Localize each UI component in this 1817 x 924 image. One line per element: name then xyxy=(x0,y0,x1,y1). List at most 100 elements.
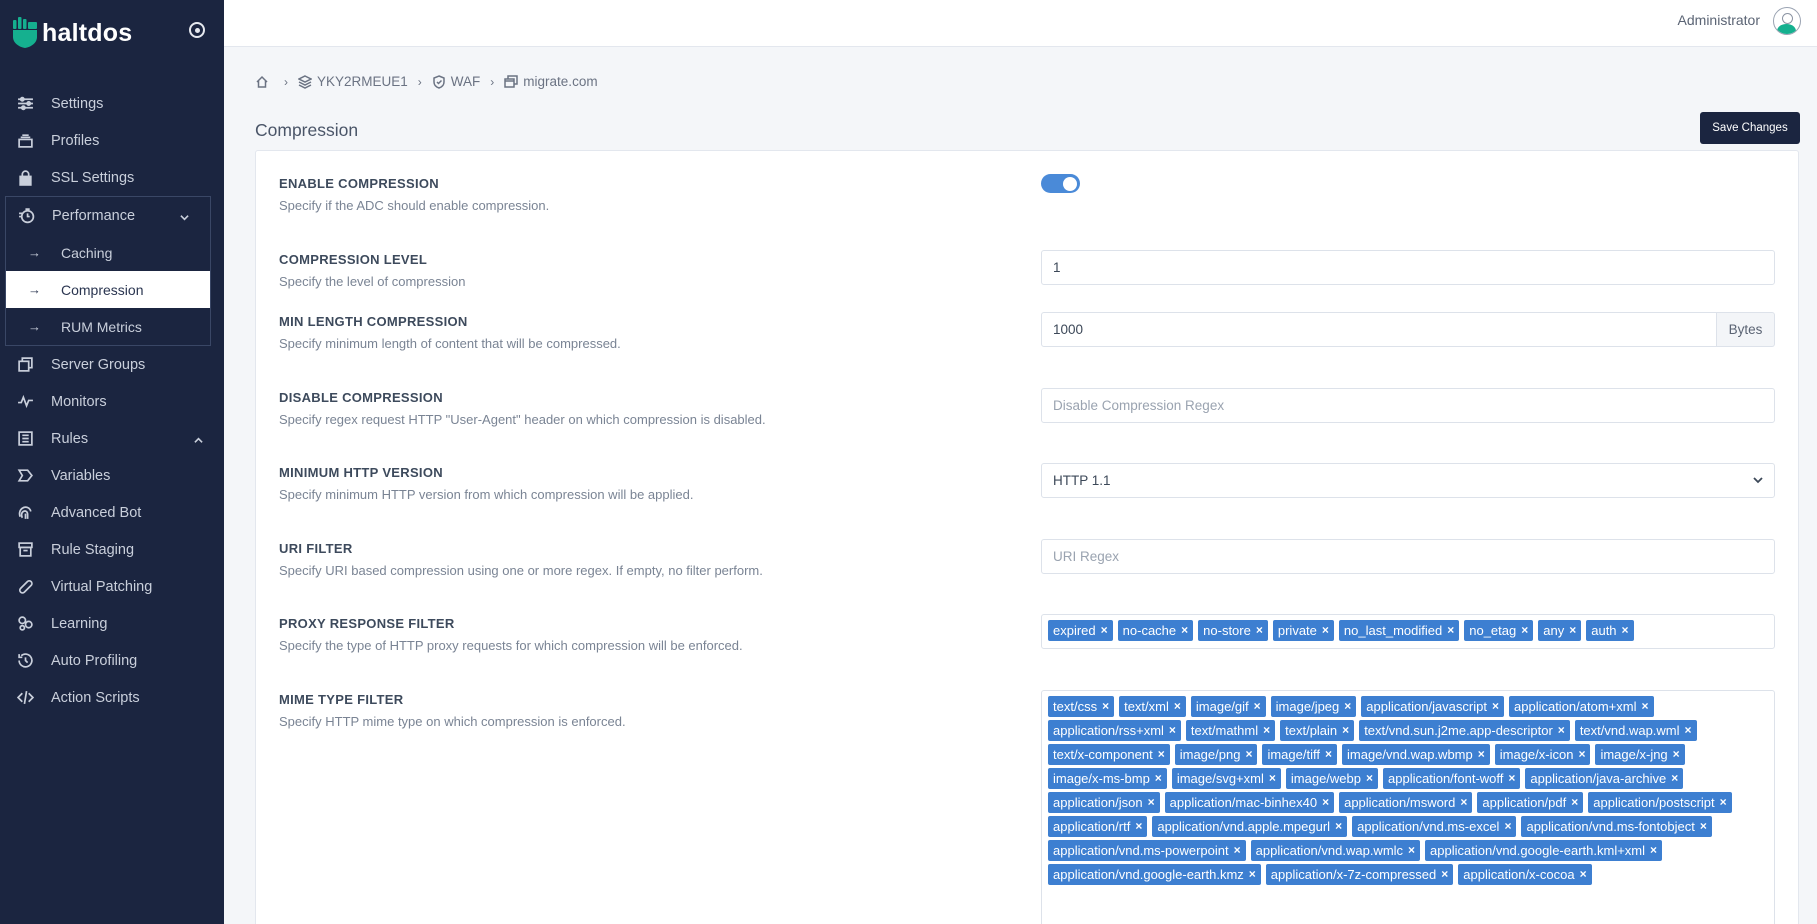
remove-tag-icon[interactable]: × xyxy=(1158,744,1165,765)
remove-tag-icon[interactable]: × xyxy=(1447,620,1454,641)
sidebar-item-variables[interactable]: Variables xyxy=(0,457,224,494)
remove-tag-icon[interactable]: × xyxy=(1700,816,1707,837)
sidebar-item-settings[interactable]: Settings xyxy=(0,85,224,122)
remove-tag-icon[interactable]: × xyxy=(1263,720,1270,741)
history-icon xyxy=(17,652,34,669)
remove-tag-icon[interactable]: × xyxy=(1673,744,1680,765)
http-version-select[interactable]: HTTP 1.1 xyxy=(1041,463,1775,498)
remove-tag-icon[interactable]: × xyxy=(1504,816,1511,837)
remove-tag-icon[interactable]: × xyxy=(1492,696,1499,717)
filter-tag: text/vnd.wap.wml × xyxy=(1574,720,1697,741)
remove-tag-icon[interactable]: × xyxy=(1322,792,1329,813)
remove-tag-icon[interactable]: × xyxy=(1245,744,1252,765)
sidebar-item-performance[interactable]: Performance xyxy=(6,197,210,234)
setting-description: Specify the level of compression xyxy=(279,274,466,289)
remove-tag-icon[interactable]: × xyxy=(1254,696,1261,717)
archive-icon xyxy=(17,541,34,558)
remove-tag-icon[interactable]: × xyxy=(1155,768,1162,789)
remove-tag-icon[interactable]: × xyxy=(1249,864,1256,885)
window-icon xyxy=(504,74,519,89)
remove-tag-icon[interactable]: × xyxy=(1234,840,1241,861)
remove-tag-icon[interactable]: × xyxy=(1622,620,1629,641)
sidebar-item-profiles[interactable]: Profiles xyxy=(0,122,224,159)
compression-level-control: 1 xyxy=(1041,250,1775,285)
sidebar-item-virtual-patching[interactable]: Virtual Patching xyxy=(0,568,224,605)
proxy-response-tags-input[interactable]: expired × no-cache × no-store × private × no_las… xyxy=(1041,614,1775,649)
breadcrumb-module[interactable]: WAF xyxy=(432,74,481,89)
remove-tag-icon[interactable]: × xyxy=(1720,792,1727,813)
filter-tag: image/x-ms-bmp × xyxy=(1048,768,1167,789)
breadcrumb-node[interactable]: YKY2RMEUE1 xyxy=(297,74,408,89)
remove-tag-icon[interactable]: × xyxy=(1335,816,1342,837)
remove-tag-icon[interactable]: × xyxy=(1441,864,1448,885)
remove-tag-icon[interactable]: × xyxy=(1169,720,1176,741)
remove-tag-icon[interactable]: × xyxy=(1325,744,1332,765)
remove-tag-icon[interactable]: × xyxy=(1571,792,1578,813)
remove-tag-icon[interactable]: × xyxy=(1478,744,1485,765)
filter-tag: no-store × xyxy=(1198,620,1268,641)
sidebar-item-label: Settings xyxy=(51,95,104,112)
remove-tag-icon[interactable]: × xyxy=(1101,620,1108,641)
sidebar-item-rules[interactable]: Rules xyxy=(0,420,224,457)
sidebar-item-monitors[interactable]: Monitors xyxy=(0,383,224,420)
uri-regex-input[interactable]: URI Regex xyxy=(1041,539,1775,574)
sidebar-subitem-compression[interactable]: → Compression xyxy=(6,271,210,308)
remove-tag-icon[interactable]: × xyxy=(1580,864,1587,885)
target-icon[interactable] xyxy=(189,22,205,38)
remove-tag-icon[interactable]: × xyxy=(1578,744,1585,765)
breadcrumb-separator: › xyxy=(417,74,422,89)
sidebar-item-advanced-bot[interactable]: Advanced Bot xyxy=(0,494,224,531)
remove-tag-icon[interactable]: × xyxy=(1342,720,1349,741)
avatar[interactable] xyxy=(1773,7,1801,35)
user-name[interactable]: Administrator xyxy=(1678,12,1760,28)
sidebar-subitem-rum-metrics[interactable]: → RUM Metrics xyxy=(6,308,210,345)
filter-tag: application/vnd.apple.mpegurl × xyxy=(1152,816,1348,837)
remove-tag-icon[interactable]: × xyxy=(1521,620,1528,641)
sidebar-item-learning[interactable]: Learning xyxy=(0,605,224,642)
mime-type-tags-input[interactable]: text/css × text/xml × image/gif × image/jpeg × a… xyxy=(1041,690,1775,924)
sidebar-item-action-scripts[interactable]: Action Scripts xyxy=(0,679,224,716)
remove-tag-icon[interactable]: × xyxy=(1322,620,1329,641)
sidebar-item-ssl-settings[interactable]: SSL Settings xyxy=(0,159,224,196)
compression-level-input[interactable]: 1 xyxy=(1041,250,1775,285)
remove-tag-icon[interactable]: × xyxy=(1269,768,1276,789)
sidebar-item-rule-staging[interactable]: Rule Staging xyxy=(0,531,224,568)
remove-tag-icon[interactable]: × xyxy=(1685,720,1692,741)
remove-tag-icon[interactable]: × xyxy=(1135,816,1142,837)
filter-tag-label: no-store xyxy=(1203,623,1251,638)
remove-tag-icon[interactable]: × xyxy=(1344,696,1351,717)
remove-tag-icon[interactable]: × xyxy=(1508,768,1515,789)
sidebar-item-server-groups[interactable]: Server Groups xyxy=(0,346,224,383)
remove-tag-icon[interactable]: × xyxy=(1102,696,1109,717)
filter-tag-label: application/javascript xyxy=(1366,699,1487,714)
remove-tag-icon[interactable]: × xyxy=(1641,696,1648,717)
chevron-down-icon xyxy=(1753,473,1763,488)
setting-label: MIN LENGTH COMPRESSION xyxy=(279,314,468,329)
copy-icon xyxy=(17,356,34,373)
breadcrumb-module-label: WAF xyxy=(450,74,481,89)
remove-tag-icon[interactable]: × xyxy=(1408,840,1415,861)
sidebar-subitem-caching[interactable]: → Caching xyxy=(6,234,210,271)
filter-tag: application/vnd.ms-fontobject × xyxy=(1521,816,1712,837)
remove-tag-icon[interactable]: × xyxy=(1181,620,1188,641)
min-length-input[interactable]: 1000 xyxy=(1041,312,1717,347)
remove-tag-icon[interactable]: × xyxy=(1366,768,1373,789)
breadcrumb-site[interactable]: migrate.com xyxy=(504,74,598,89)
bytes-unit-addon: Bytes xyxy=(1717,312,1775,347)
remove-tag-icon[interactable]: × xyxy=(1460,792,1467,813)
remove-tag-icon[interactable]: × xyxy=(1671,768,1678,789)
remove-tag-icon[interactable]: × xyxy=(1558,720,1565,741)
remove-tag-icon[interactable]: × xyxy=(1174,696,1181,717)
save-changes-button[interactable]: Save Changes xyxy=(1700,112,1800,144)
sidebar-item-auto-profiling[interactable]: Auto Profiling xyxy=(0,642,224,679)
remove-tag-icon[interactable]: × xyxy=(1569,620,1576,641)
filter-tag: no_last_modified × xyxy=(1338,620,1460,641)
breadcrumb-home[interactable] xyxy=(255,75,274,89)
disable-compression-regex-input[interactable]: Disable Compression Regex xyxy=(1041,388,1775,423)
remove-tag-icon[interactable]: × xyxy=(1148,792,1155,813)
remove-tag-icon[interactable]: × xyxy=(1256,620,1263,641)
min-length-control: 1000 Bytes xyxy=(1041,312,1775,347)
remove-tag-icon[interactable]: × xyxy=(1650,840,1657,861)
enable-compression-toggle[interactable] xyxy=(1041,174,1080,193)
filter-tag: image/tiff × xyxy=(1262,744,1337,765)
